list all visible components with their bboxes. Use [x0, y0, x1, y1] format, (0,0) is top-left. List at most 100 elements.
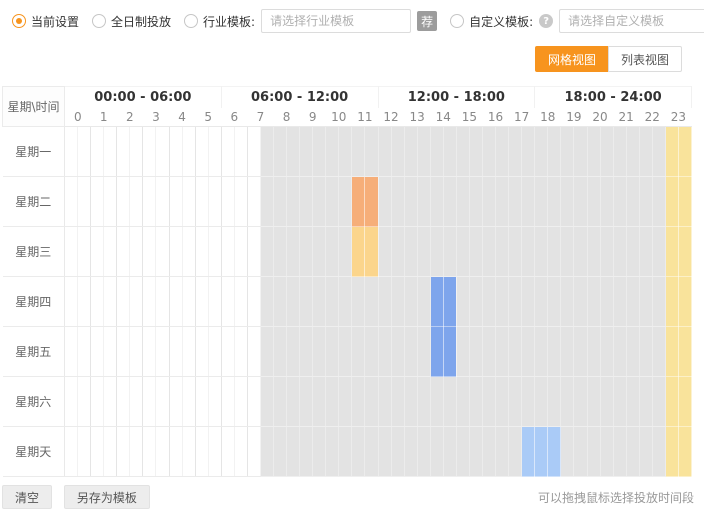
schedule-cell[interactable]	[404, 377, 417, 427]
schedule-cell[interactable]	[300, 427, 313, 477]
schedule-cell[interactable]	[104, 377, 117, 427]
list-view-button[interactable]: 列表视图	[608, 46, 682, 72]
schedule-cell[interactable]	[678, 427, 691, 477]
schedule-cell[interactable]	[274, 177, 287, 227]
schedule-cell[interactable]	[260, 277, 273, 327]
schedule-cell[interactable]	[326, 177, 339, 227]
schedule-cell[interactable]	[130, 277, 143, 327]
schedule-cell[interactable]	[78, 327, 91, 377]
schedule-cell[interactable]	[247, 177, 260, 227]
schedule-cell[interactable]	[274, 427, 287, 477]
schedule-cell[interactable]	[509, 427, 522, 477]
schedule-cell[interactable]	[548, 227, 561, 277]
schedule-cell[interactable]	[117, 227, 130, 277]
schedule-cell[interactable]	[208, 327, 221, 377]
schedule-cell[interactable]	[156, 277, 169, 327]
schedule-cell[interactable]	[391, 377, 404, 427]
schedule-cell[interactable]	[561, 227, 574, 277]
schedule-cell[interactable]	[247, 127, 260, 177]
schedule-cell[interactable]	[678, 227, 691, 277]
schedule-cell[interactable]	[404, 327, 417, 377]
schedule-cell[interactable]	[221, 277, 234, 327]
schedule-cell[interactable]	[665, 127, 678, 177]
schedule-cell[interactable]	[378, 177, 391, 227]
schedule-cell[interactable]	[326, 227, 339, 277]
schedule-cell[interactable]	[104, 277, 117, 327]
schedule-cell[interactable]	[182, 377, 195, 427]
schedule-cell[interactable]	[535, 427, 548, 477]
schedule-cell[interactable]	[613, 127, 626, 177]
schedule-cell[interactable]	[117, 327, 130, 377]
schedule-cell[interactable]	[509, 127, 522, 177]
schedule-cell[interactable]	[600, 227, 613, 277]
schedule-cell[interactable]	[130, 427, 143, 477]
schedule-cell[interactable]	[665, 227, 678, 277]
schedule-cell[interactable]	[339, 377, 352, 427]
schedule-cell[interactable]	[260, 127, 273, 177]
grid-view-button[interactable]: 网格视图	[535, 46, 608, 72]
schedule-cell[interactable]	[613, 277, 626, 327]
schedule-cell[interactable]	[535, 177, 548, 227]
schedule-cell[interactable]	[469, 227, 482, 277]
schedule-cell[interactable]	[404, 427, 417, 477]
schedule-cell[interactable]	[234, 327, 247, 377]
schedule-cell[interactable]	[260, 427, 273, 477]
schedule-cell[interactable]	[678, 127, 691, 177]
schedule-cell[interactable]	[483, 177, 496, 227]
schedule-cell[interactable]	[613, 327, 626, 377]
schedule-cell[interactable]	[483, 277, 496, 327]
schedule-cell[interactable]	[221, 227, 234, 277]
schedule-cell[interactable]	[78, 377, 91, 427]
radio-all-day-delivery[interactable]: 全日制投放	[92, 13, 171, 30]
schedule-cell[interactable]	[404, 227, 417, 277]
schedule-cell[interactable]	[117, 427, 130, 477]
schedule-cell[interactable]	[65, 177, 78, 227]
schedule-cell[interactable]	[313, 377, 326, 427]
schedule-cell[interactable]	[652, 427, 665, 477]
schedule-cell[interactable]	[65, 377, 78, 427]
schedule-cell[interactable]	[430, 227, 443, 277]
schedule-cell[interactable]	[378, 327, 391, 377]
schedule-cell[interactable]	[548, 127, 561, 177]
schedule-cell[interactable]	[208, 377, 221, 427]
schedule-cell[interactable]	[652, 277, 665, 327]
schedule-cell[interactable]	[652, 177, 665, 227]
schedule-cell[interactable]	[417, 177, 430, 227]
schedule-cell[interactable]	[587, 327, 600, 377]
schedule-cell[interactable]	[600, 127, 613, 177]
schedule-cell[interactable]	[391, 327, 404, 377]
schedule-cell[interactable]	[626, 277, 639, 327]
schedule-cell[interactable]	[561, 127, 574, 177]
schedule-cell[interactable]	[65, 327, 78, 377]
schedule-cell[interactable]	[613, 177, 626, 227]
schedule-cell[interactable]	[104, 127, 117, 177]
schedule-cell[interactable]	[117, 127, 130, 177]
schedule-cell[interactable]	[156, 427, 169, 477]
schedule-cell[interactable]	[208, 227, 221, 277]
schedule-cell[interactable]	[339, 177, 352, 227]
schedule-cell[interactable]	[600, 177, 613, 227]
schedule-cell[interactable]	[678, 277, 691, 327]
schedule-cell[interactable]	[352, 227, 365, 277]
schedule-cell[interactable]	[522, 177, 535, 227]
schedule-cell[interactable]	[587, 277, 600, 327]
schedule-cell[interactable]	[665, 327, 678, 377]
schedule-cell[interactable]	[117, 377, 130, 427]
schedule-cell[interactable]	[456, 227, 469, 277]
schedule-cell[interactable]	[496, 127, 509, 177]
schedule-cell[interactable]	[600, 377, 613, 427]
schedule-cell[interactable]	[208, 177, 221, 227]
schedule-cell[interactable]	[652, 127, 665, 177]
schedule-cell[interactable]	[548, 427, 561, 477]
schedule-cell[interactable]	[339, 427, 352, 477]
schedule-cell[interactable]	[522, 377, 535, 427]
schedule-cell[interactable]	[78, 427, 91, 477]
schedule-cell[interactable]	[169, 327, 182, 377]
schedule-cell[interactable]	[600, 327, 613, 377]
schedule-cell[interactable]	[274, 227, 287, 277]
schedule-cell[interactable]	[326, 327, 339, 377]
schedule-cell[interactable]	[417, 277, 430, 327]
schedule-cell[interactable]	[509, 327, 522, 377]
schedule-cell[interactable]	[587, 127, 600, 177]
schedule-cell[interactable]	[156, 377, 169, 427]
